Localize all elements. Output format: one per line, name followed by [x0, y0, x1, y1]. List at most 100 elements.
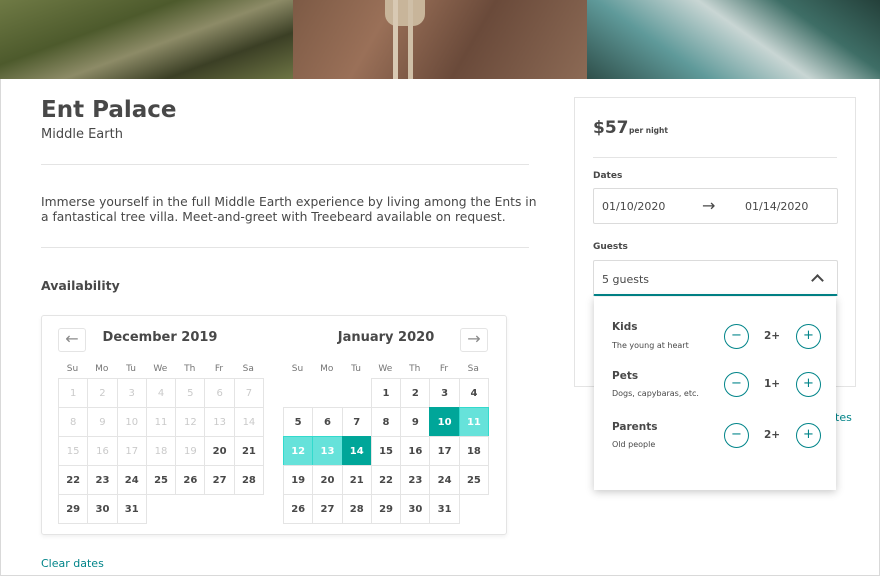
clear-dates-link[interactable]: Clear dates [41, 557, 104, 570]
weekday-label: Mo [95, 364, 109, 374]
calendar-day[interactable]: 5 [283, 407, 314, 437]
calendar-day[interactable]: 18 [458, 436, 490, 466]
calendar-day: 9 [87, 407, 118, 437]
calendar-day[interactable]: 20 [312, 465, 343, 495]
calendar-day[interactable]: 30 [87, 494, 118, 524]
kids-increment-button[interactable]: + [796, 324, 821, 349]
month-grid-december: 1 2 3 4 5 6 7 8 9 10 11 12 13 14 15 16 17 18 19 20 21 22 23 24 2… [58, 378, 265, 524]
calendar-day: 3 [116, 378, 147, 408]
calendar-day[interactable]: 12 [283, 436, 314, 466]
arrow-left-icon: ← [65, 329, 79, 348]
end-date-input[interactable]: 01/14/2020 [745, 200, 808, 213]
calendar-day[interactable]: 22 [58, 465, 89, 495]
divider [41, 247, 529, 248]
calendar-day: 7 [233, 378, 265, 408]
calendar-day[interactable]: 26 [283, 494, 314, 524]
calendar-day[interactable]: 29 [58, 494, 89, 524]
divider [41, 164, 529, 165]
kids-count: 2+ [763, 330, 781, 342]
calendar-day[interactable]: 15 [370, 436, 402, 466]
calendar-day[interactable]: 8 [370, 407, 402, 437]
weekday-label: Tu [351, 364, 362, 374]
calendar-empty-cell [342, 378, 372, 408]
pets-increment-button[interactable]: + [796, 372, 821, 397]
listing-description: Immerse yourself in the full Middle Eart… [41, 195, 537, 224]
photo-tires-grass[interactable] [0, 0, 294, 79]
calendar-day[interactable]: 22 [370, 465, 402, 495]
calendar-day: 12 [175, 407, 206, 437]
weekday-label: Tu [126, 364, 137, 374]
pets-decrement-button[interactable]: − [724, 372, 749, 397]
calendar-day[interactable]: 26 [175, 465, 206, 495]
calendar-day[interactable]: 28 [341, 494, 372, 524]
month-title-january: January 2020 [337, 330, 435, 345]
calendar-day[interactable]: 29 [370, 494, 402, 524]
guest-type-label: Kids [612, 321, 638, 333]
calendar-day: 13 [204, 407, 235, 437]
calendar-day[interactable]: 31 [116, 494, 147, 524]
calendar-day[interactable]: 7 [341, 407, 372, 437]
calendar-day[interactable]: 25 [458, 465, 490, 495]
partial-link[interactable]: tes [835, 411, 852, 424]
minus-icon: − [731, 328, 742, 343]
month-title-december: December 2019 [102, 330, 218, 345]
calendar-day: 8 [58, 407, 89, 437]
weekday-label: Th [184, 364, 196, 374]
guest-type-label: Pets [612, 370, 639, 382]
calendar-day[interactable]: 21 [341, 465, 372, 495]
calendar-day[interactable]: 30 [400, 494, 431, 524]
calendar-day: 1 [58, 378, 89, 408]
calendar-day[interactable]: 9 [400, 407, 431, 437]
kids-decrement-button[interactable]: − [724, 324, 749, 349]
calendar-day[interactable]: 23 [87, 465, 118, 495]
guests-label: Guests [593, 242, 628, 252]
parents-decrement-button[interactable]: − [724, 423, 749, 448]
photo-strip [0, 0, 880, 79]
calendar-day[interactable]: 28 [233, 465, 265, 495]
calendar-day[interactable]: 2 [400, 378, 431, 408]
calendar-day: 2 [87, 378, 118, 408]
calendar-day[interactable]: 3 [429, 378, 460, 408]
calendar-day: 19 [175, 436, 206, 466]
weekday-label: Mo [320, 364, 334, 374]
weekday-label: Fr [439, 364, 449, 374]
weekday-label: Fr [214, 364, 224, 374]
listing-location: Middle Earth [41, 127, 123, 142]
calendar-day: 17 [116, 436, 147, 466]
prev-month-button[interactable]: ← [58, 328, 86, 352]
calendar-day[interactable]: 24 [116, 465, 147, 495]
arrow-right-icon: → [467, 329, 481, 348]
calendar-day[interactable]: 10 [429, 407, 460, 437]
calendar-day[interactable]: 14 [341, 436, 372, 466]
calendar-day[interactable]: 27 [312, 494, 343, 524]
guest-type-description: The young at heart [612, 341, 689, 350]
guest-type-description: Dogs, capybaras, etc. [612, 389, 699, 398]
parents-increment-button[interactable]: + [796, 423, 821, 448]
minus-icon: − [731, 376, 742, 391]
calendar-day[interactable]: 31 [429, 494, 460, 524]
calendar-day[interactable]: 19 [283, 465, 314, 495]
weekday-label: We [153, 364, 168, 374]
calendar-day[interactable]: 13 [312, 436, 343, 466]
next-month-button[interactable]: → [460, 328, 488, 352]
calendar-day[interactable]: 4 [458, 378, 490, 408]
calendar-day[interactable]: 6 [312, 407, 343, 437]
photo-deer[interactable] [293, 0, 587, 79]
start-date-input[interactable]: 01/10/2020 [602, 200, 665, 213]
plus-icon: + [803, 427, 814, 442]
calendar-day[interactable]: 1 [370, 378, 402, 408]
calendar-day[interactable]: 23 [400, 465, 431, 495]
calendar-day: 5 [175, 378, 206, 408]
calendar-day[interactable]: 27 [204, 465, 235, 495]
calendar-day[interactable]: 20 [204, 436, 235, 466]
calendar-day[interactable]: 24 [429, 465, 460, 495]
plus-icon: + [803, 328, 814, 343]
photo-trees[interactable] [586, 0, 880, 79]
calendar-day[interactable]: 16 [400, 436, 431, 466]
calendar-day[interactable]: 25 [145, 465, 177, 495]
calendar-day[interactable]: 17 [429, 436, 460, 466]
calendar-day[interactable]: 21 [233, 436, 265, 466]
calendar-day[interactable]: 11 [458, 407, 490, 437]
weekday-label: Su [66, 364, 79, 374]
calendar-day: 10 [116, 407, 147, 437]
